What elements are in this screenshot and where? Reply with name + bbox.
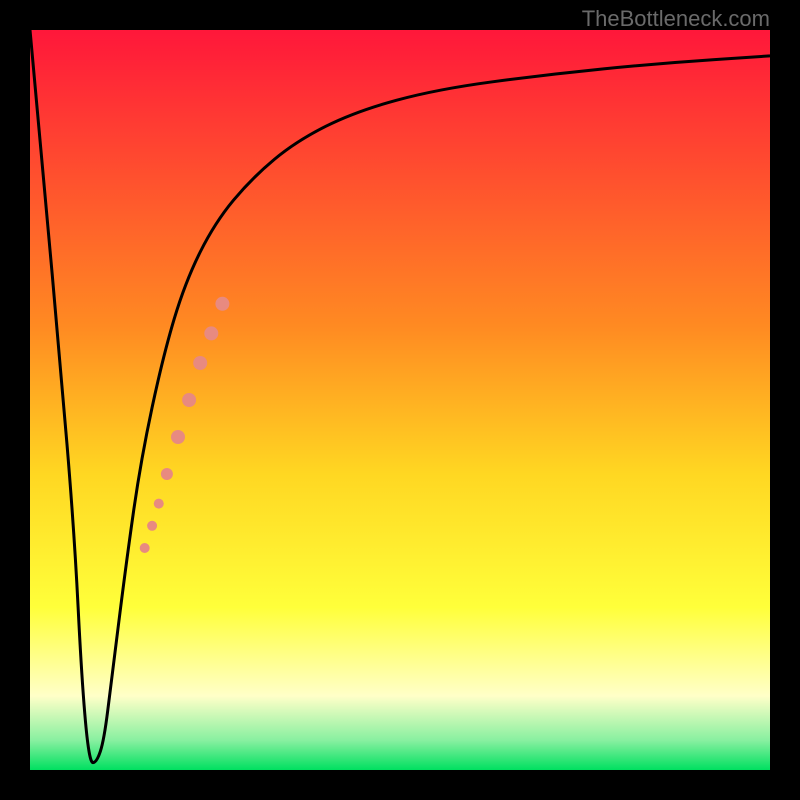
highlight-band xyxy=(140,297,230,553)
curve-layer xyxy=(30,30,770,770)
plot-area xyxy=(30,30,770,770)
chart-frame: TheBottleneck.com xyxy=(0,0,800,800)
watermark-text: TheBottleneck.com xyxy=(582,6,770,32)
bottleneck-curve xyxy=(30,30,770,763)
